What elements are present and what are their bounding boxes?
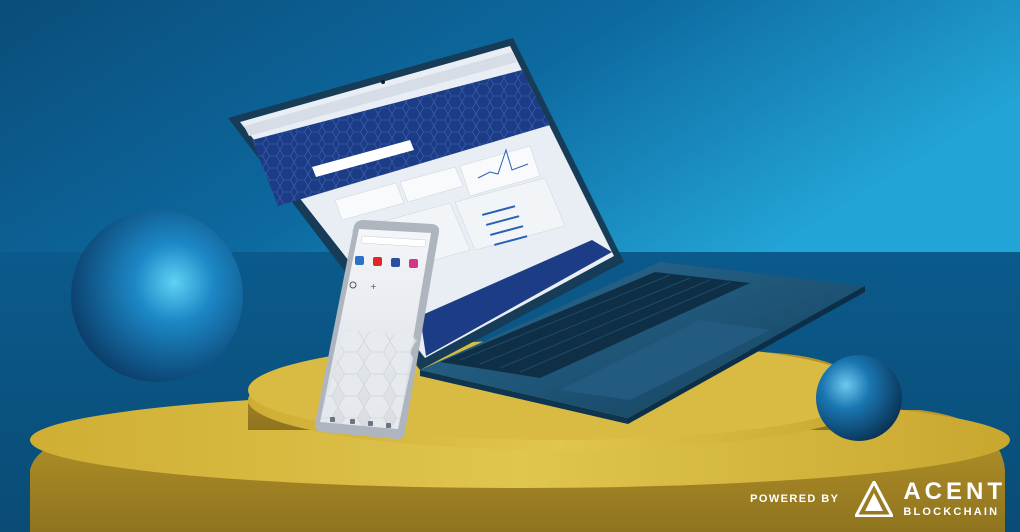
phone-nav-menu[interactable] — [386, 423, 391, 428]
brand-wordmark: ACENT BLOCKCHAIN — [903, 480, 1006, 518]
laptop-camera — [381, 80, 385, 84]
large-sphere — [71, 210, 243, 382]
acent-logo-icon — [855, 481, 894, 517]
brand-tagline: BLOCKCHAIN — [903, 506, 1000, 518]
brand-footer: POWERED BY ACENT BLOCKCHAIN — [750, 480, 1006, 518]
brand-name: ACENT — [903, 478, 1006, 505]
facebook-icon[interactable] — [391, 258, 400, 267]
powered-by-label: POWERED BY — [750, 493, 840, 505]
hero-scene: + — [0, 0, 1020, 532]
phone-nav-home[interactable] — [350, 419, 355, 424]
youtube-icon[interactable] — [373, 257, 382, 266]
phone-nav-tabs[interactable] — [368, 421, 373, 426]
phone-nav-back[interactable] — [330, 417, 335, 422]
small-sphere — [816, 355, 902, 441]
mail-icon[interactable] — [355, 256, 364, 265]
instagram-icon[interactable] — [409, 259, 418, 268]
add-shortcut-icon[interactable]: + — [370, 282, 377, 291]
